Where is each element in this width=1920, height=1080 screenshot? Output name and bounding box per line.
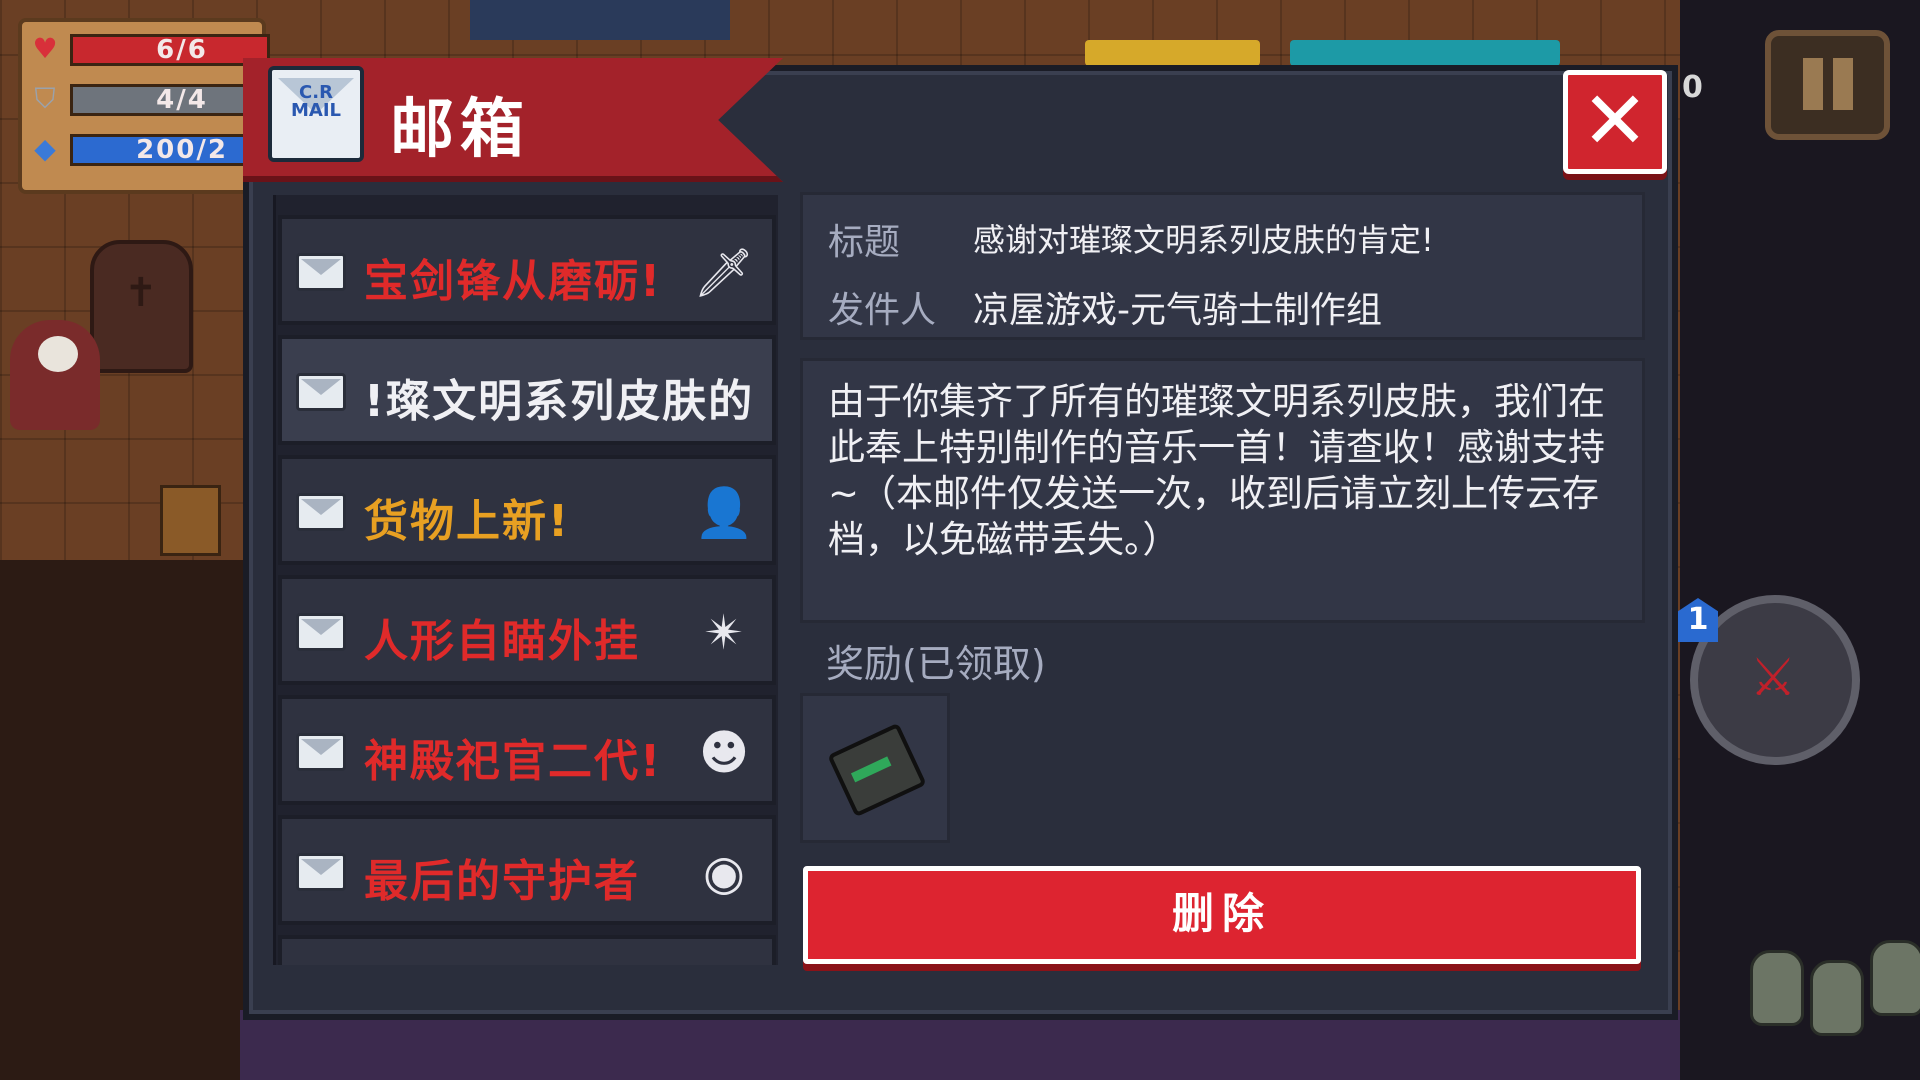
armor-row: ⛉ 4/4 <box>30 80 270 118</box>
close-button[interactable]: ✕ <box>1563 70 1667 174</box>
wall-shadow <box>1680 0 1920 1080</box>
mail-icon-logo: C.R MAIL <box>290 82 341 121</box>
energy-row: ◆ 200/2 <box>30 130 270 168</box>
mail-body-box: 由于你集齐了所有的璀璨文明系列皮肤，我们在此奉上特别制作的音乐一首！请查收！感谢… <box>800 358 1645 623</box>
mail-item-label: 人形自瞄外挂 <box>364 616 640 667</box>
sword-icon: 🗡 <box>693 245 755 301</box>
sender-label: 发件人 <box>828 290 937 331</box>
teal-object <box>1290 40 1560 66</box>
mailbox-title: 邮箱 <box>390 93 530 167</box>
envelope-icon <box>296 733 346 771</box>
sender-value: 凉屋游戏-元气骑士制作组 <box>973 290 1382 331</box>
envelope-icon <box>296 853 346 891</box>
floor-shadow <box>0 560 250 1080</box>
mail-body-text: 由于你集齐了所有的璀璨文明系列皮肤，我们在此奉上特别制作的音乐一首！请查收！感谢… <box>828 380 1605 561</box>
title-label: 标题 <box>828 222 901 263</box>
envelope-icon <box>296 373 346 411</box>
player-character <box>10 320 100 430</box>
mail-list[interactable]: 宝剑锋从磨砺! 🗡 !璨文明系列皮肤的 货物上新! 👤 人形自瞄外挂 ✴ 神殿祀官二代! ☻ 最后… <box>273 195 778 965</box>
pot-icon <box>1750 950 1804 1026</box>
yellow-object <box>1085 40 1260 66</box>
delete-button[interactable]: 删除 <box>803 866 1641 964</box>
mail-list-item[interactable]: 宝剑锋从磨砺! 🗡 <box>278 215 776 325</box>
weapon-icon: ⚔ <box>1749 648 1797 708</box>
reward-slot[interactable] <box>800 693 950 843</box>
wooden-crate <box>160 485 221 556</box>
pot-icon <box>1810 960 1864 1036</box>
mail-list-item[interactable]: 神殿祀官二代! ☻ <box>278 695 776 805</box>
pause-button[interactable] <box>1765 30 1890 140</box>
energy-crystal-icon: ◆ <box>34 132 56 165</box>
shield-icon: ⛉ <box>34 82 56 115</box>
coffin-icon <box>90 240 193 373</box>
merchant-icon: 👤 <box>694 485 754 541</box>
floor-purple-tiles <box>240 1010 1690 1080</box>
heart-icon: ♥ <box>32 32 58 65</box>
mail-item-label: 神殿祀官二代! <box>364 736 663 787</box>
mail-list-item[interactable]: 最后的守护者 ◉ <box>278 815 776 925</box>
mail-list-item-partial[interactable] <box>278 935 776 965</box>
mail-item-label: 货物上新! <box>364 496 571 547</box>
coin-count: 0 <box>1682 70 1703 105</box>
mail-item-label: 宝剑锋从磨砺! <box>364 256 663 307</box>
mail-detail-header: 标题 感谢对璀璨文明系列皮肤的肯定! 发件人 凉屋游戏-元气骑士制作组 <box>800 192 1645 340</box>
furniture-top <box>470 0 730 40</box>
pots-group <box>1730 940 1920 1080</box>
mail-item-label: !璨文明系列皮肤的 <box>364 376 755 427</box>
envelope-icon <box>296 493 346 531</box>
health-row: ♥ 6/6 <box>30 30 270 68</box>
priest-portrait-icon: ☻ <box>698 725 750 781</box>
envelope-icon <box>296 253 346 291</box>
mail-list-item[interactable]: !璨文明系列皮肤的 <box>278 335 776 445</box>
guardian-orb-icon: ◉ <box>703 845 745 901</box>
reward-label: 奖励(已领取) <box>826 642 1046 686</box>
cassette-tape-icon <box>827 722 927 818</box>
player-stats-panel: ♥ 6/6 ⛉ 4/4 ◆ 200/2 <box>18 18 270 194</box>
weapon-burst-icon: ✴ <box>703 605 745 661</box>
title-value: 感谢对璀璨文明系列皮肤的肯定! <box>973 221 1434 259</box>
mail-icon: C.R MAIL <box>268 66 364 162</box>
envelope-icon <box>296 613 346 651</box>
mail-list-item[interactable]: 货物上新! 👤 <box>278 455 776 565</box>
pot-icon <box>1870 940 1920 1016</box>
mail-item-label: 最后的守护者 <box>364 856 640 907</box>
mail-list-item[interactable]: 人形自瞄外挂 ✴ <box>278 575 776 685</box>
